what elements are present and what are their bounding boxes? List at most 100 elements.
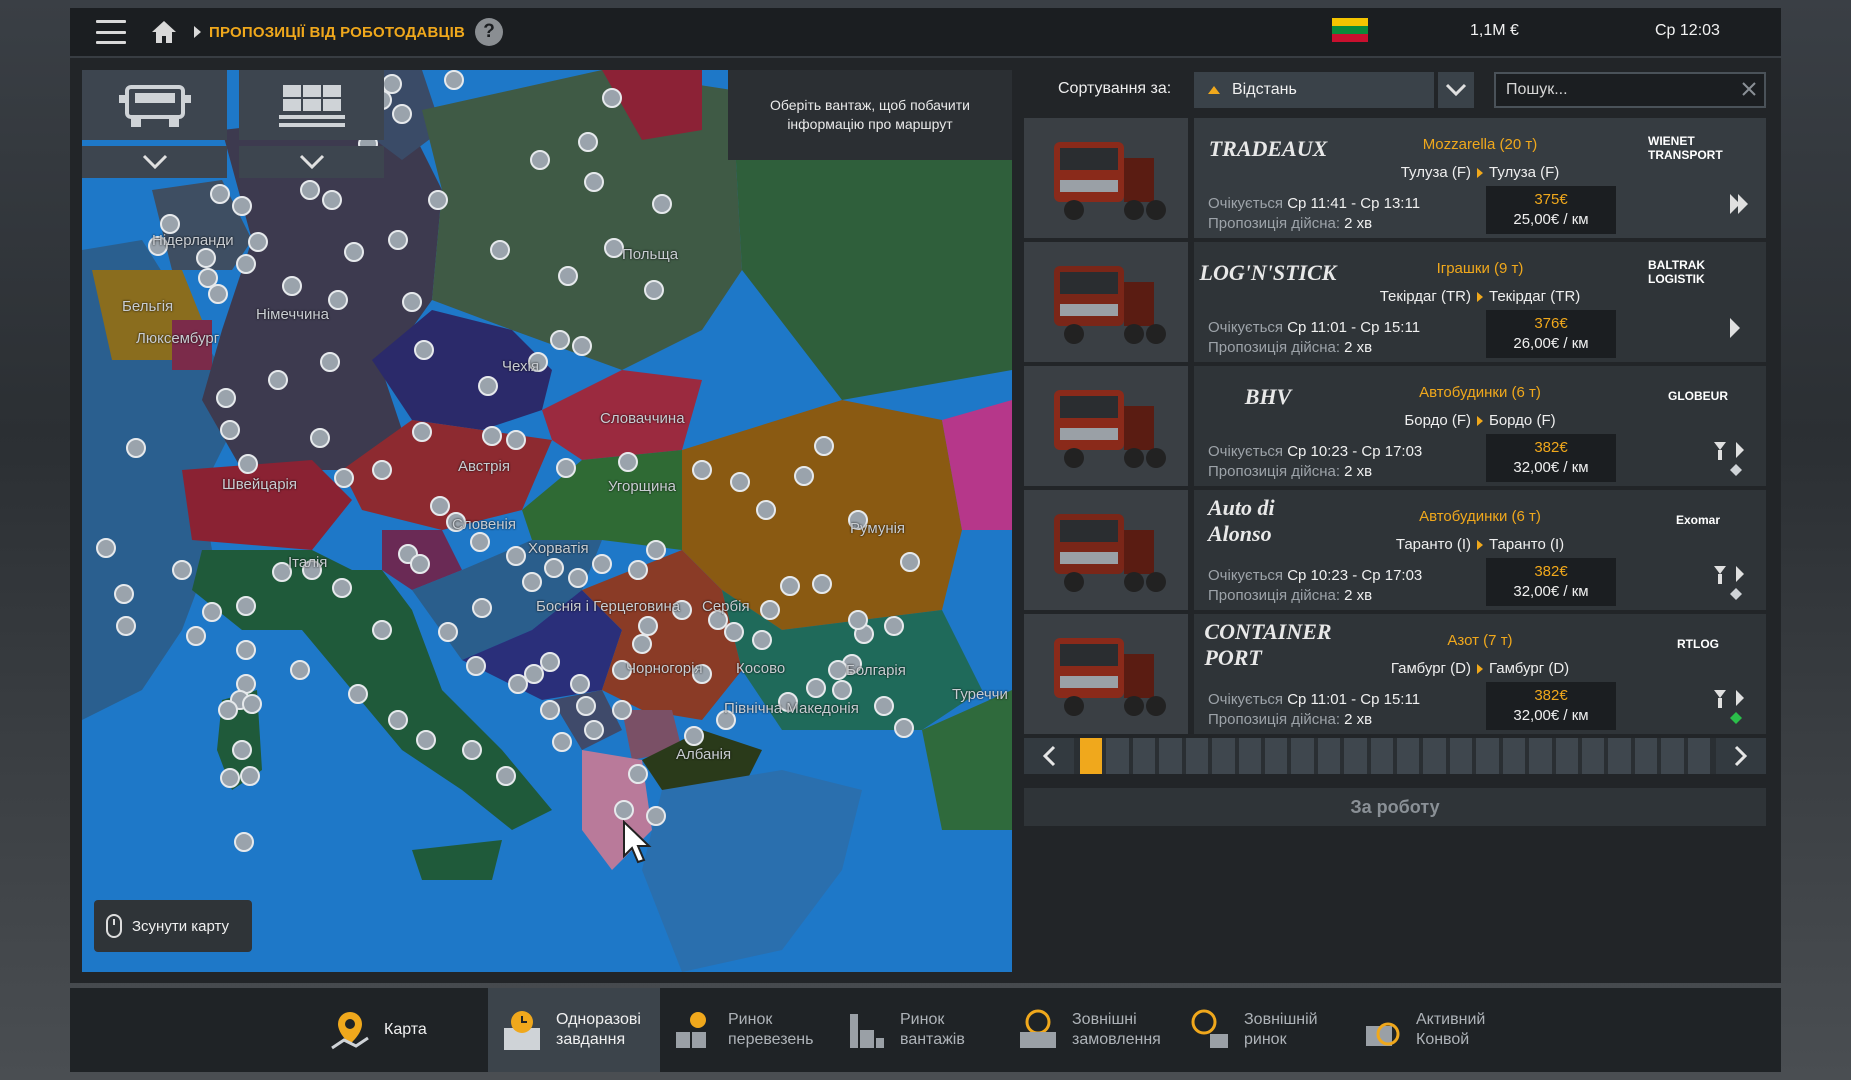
city-marker[interactable] [576,696,596,716]
city-marker[interactable] [848,610,868,630]
city-marker[interactable] [322,190,342,210]
city-marker[interactable] [628,764,648,784]
pager-dot[interactable] [1397,738,1420,774]
city-marker[interactable] [556,458,576,478]
city-marker[interactable] [236,640,256,660]
city-marker[interactable] [444,70,464,90]
city-marker[interactable] [638,616,658,636]
pager-dot[interactable] [1080,738,1103,774]
city-marker[interactable] [794,466,814,486]
city-marker[interactable] [462,740,482,760]
tab-cargo-market[interactable]: Ринок вантажів [832,988,1004,1072]
city-marker[interactable] [506,430,526,450]
city-marker[interactable] [652,194,672,214]
take-job-button[interactable]: За роботу [1024,788,1766,826]
city-marker[interactable] [552,732,572,752]
city-marker[interactable] [466,656,486,676]
city-marker[interactable] [828,660,848,680]
city-marker[interactable] [416,730,436,750]
job-card[interactable]: BHV GLOBEUR Автобудинки (6 т) Бордо (F) Б… [1194,366,1766,486]
city-marker[interactable] [172,560,192,580]
pager-dot[interactable] [1687,738,1711,774]
city-marker[interactable] [692,460,712,480]
city-marker[interactable] [570,674,590,694]
pager-dot[interactable] [1344,738,1367,774]
city-marker[interactable] [814,436,834,456]
move-map-button[interactable]: Зсунути карту [94,900,252,952]
city-marker[interactable] [334,468,354,488]
job-card[interactable]: Auto di Alonso Exomar Автобудинки (6 т) … [1194,490,1766,610]
job-row[interactable]: LOG'N'STICK BALTRAK LOGISTIK Іграшки (9 … [1024,242,1766,362]
city-marker[interactable] [220,768,240,788]
pager-dot[interactable] [1529,738,1552,774]
city-marker[interactable] [894,718,914,738]
pager-dot[interactable] [1582,738,1605,774]
pager-prev-button[interactable] [1024,738,1074,774]
city-marker[interactable] [126,438,146,458]
city-marker[interactable] [372,620,392,640]
truck-thumbnail[interactable] [1024,490,1188,610]
tab-freight-market[interactable]: Ринок перевезень [660,988,832,1072]
city-marker[interactable] [116,616,136,636]
city-marker[interactable] [568,568,588,588]
city-marker[interactable] [612,700,632,720]
city-marker[interactable] [332,578,352,598]
city-marker[interactable] [114,584,134,604]
pager-dot[interactable] [1555,738,1579,774]
city-marker[interactable] [208,284,228,304]
city-marker[interactable] [506,546,526,566]
pager-dot[interactable] [1264,738,1288,774]
city-marker[interactable] [320,352,340,372]
city-marker[interactable] [490,240,510,260]
city-marker[interactable] [900,552,920,572]
pager-dot[interactable] [1661,738,1684,774]
city-marker[interactable] [618,452,638,472]
job-row[interactable]: TRADEAUX WIENET TRANSPORT Mozzarella (20… [1024,118,1766,238]
city-marker[interactable] [388,230,408,250]
city-marker[interactable] [414,340,434,360]
home-icon[interactable] [150,19,178,45]
city-marker[interactable] [644,280,664,300]
city-marker[interactable] [806,678,826,698]
city-marker[interactable] [300,180,320,200]
city-marker[interactable] [646,540,666,560]
city-marker[interactable] [344,242,364,262]
city-marker[interactable] [632,634,652,654]
city-marker[interactable] [238,454,258,474]
job-row[interactable]: CONTAINER PORT RTLOG Азот (7 т) Гамбург … [1024,614,1766,734]
tab-globe-truck[interactable]: Зовнішній ринок [1176,988,1348,1072]
close-icon[interactable] [1740,80,1758,98]
city-marker[interactable] [756,500,776,520]
city-marker[interactable] [412,422,432,442]
city-marker[interactable] [812,574,832,594]
city-marker[interactable] [248,232,268,252]
truck-thumbnail[interactable] [1024,614,1188,734]
pager-dot[interactable] [1423,738,1446,774]
city-marker[interactable] [392,104,412,124]
city-marker[interactable] [482,426,502,446]
pager-dot[interactable] [1159,738,1182,774]
city-marker[interactable] [614,800,634,820]
pager-dot[interactable] [1476,738,1499,774]
pager-dot[interactable] [1502,738,1526,774]
search-input[interactable] [1494,72,1766,108]
city-marker[interactable] [508,674,528,694]
pager-dot[interactable] [1238,738,1261,774]
city-marker[interactable] [216,388,236,408]
pager-next-button[interactable] [1716,738,1766,774]
city-marker[interactable] [584,172,604,192]
truck-thumbnail[interactable] [1024,118,1188,238]
pager-dot[interactable] [1212,738,1235,774]
tab-convoy[interactable]: Активний Конвой [1348,988,1520,1072]
city-marker[interactable] [780,576,800,596]
city-marker[interactable] [410,554,430,574]
job-card[interactable]: CONTAINER PORT RTLOG Азот (7 т) Гамбург … [1194,614,1766,734]
city-marker[interactable] [242,694,262,714]
city-marker[interactable] [236,596,256,616]
cargo-filter-button[interactable] [239,70,384,140]
city-marker[interactable] [584,720,604,740]
city-marker[interactable] [186,626,206,646]
city-marker[interactable] [268,370,288,390]
city-marker[interactable] [592,554,612,574]
menu-icon[interactable] [96,20,126,44]
